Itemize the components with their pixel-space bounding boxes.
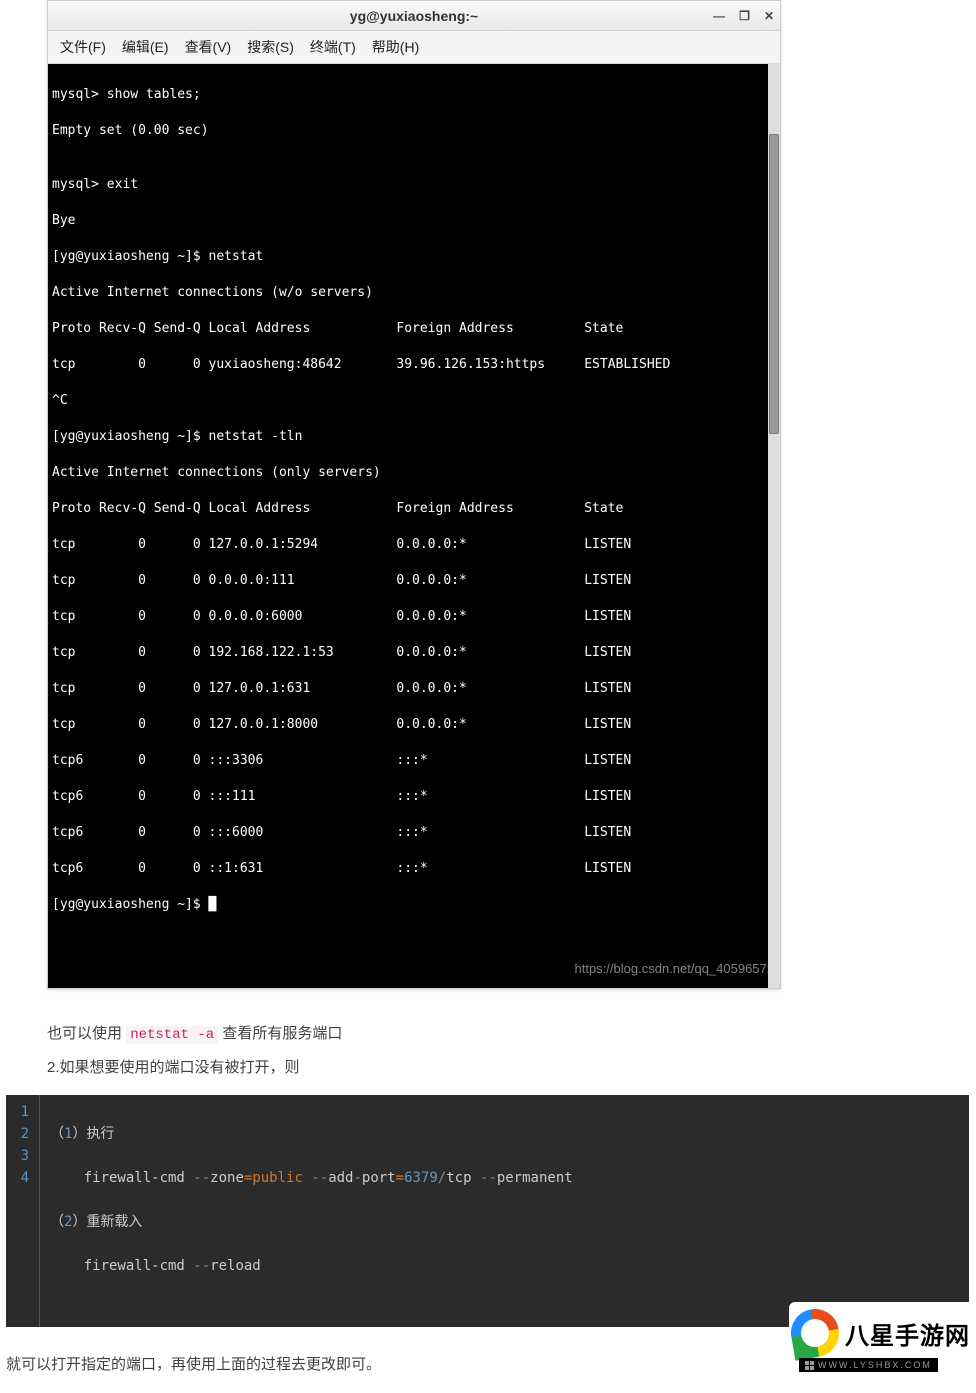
menu-search[interactable]: 搜索(S)	[241, 35, 300, 59]
terminal-line: tcp6 0 0 :::111 :::* LISTEN	[52, 788, 778, 806]
terminal-output[interactable]: mysql> show tables; Empty set (0.00 sec)…	[48, 64, 780, 988]
terminal-line: Proto Recv-Q Send-Q Local Address Foreig…	[52, 500, 778, 518]
menu-help[interactable]: 帮助(H)	[366, 35, 425, 59]
terminal-line: [yg@yuxiaosheng ~]$ netstat -tln	[52, 428, 778, 446]
grid-icon	[805, 1361, 814, 1370]
scrollbar-thumb[interactable]	[769, 134, 779, 434]
terminal-line: tcp 0 0 127.0.0.1:631 0.0.0.0:* LISTEN	[52, 680, 778, 698]
terminal-line: Proto Recv-Q Send-Q Local Address Foreig…	[52, 320, 778, 338]
code-line: firewall-cmd --zone=public --add-port=63…	[50, 1167, 573, 1189]
terminal-line: Empty set (0.00 sec)	[52, 122, 778, 140]
terminal-line: tcp6 0 0 :::6000 :::* LISTEN	[52, 824, 778, 842]
logo-icon	[787, 1305, 843, 1361]
titlebar: yg@yuxiaosheng:~ — ❐ ✕	[48, 1, 780, 31]
terminal-line: Active Internet connections (w/o servers…	[52, 284, 778, 302]
article-paragraph-1: 也可以使用 netstat -a 查看所有服务端口	[47, 1021, 976, 1048]
maximize-button[interactable]: ❐	[739, 1, 750, 31]
terminal-line: ^C	[52, 392, 778, 410]
terminal-line: Active Internet connections (only server…	[52, 464, 778, 482]
terminal-line: [yg@yuxiaosheng ~]$ netstat	[52, 248, 778, 266]
menu-edit[interactable]: 编辑(E)	[116, 35, 175, 59]
code-gutter: 1 2 3 4	[6, 1095, 40, 1327]
menu-file[interactable]: 文件(F)	[54, 35, 112, 59]
menu-terminal[interactable]: 终端(T)	[304, 35, 362, 59]
terminal-line: tcp 0 0 127.0.0.1:8000 0.0.0.0:* LISTEN	[52, 716, 778, 734]
line-number: 2	[14, 1123, 29, 1145]
terminal-line: mysql> exit	[52, 176, 778, 194]
p1-suffix: 查看所有服务端口	[222, 1025, 342, 1042]
terminal-line: tcp 0 0 yuxiaosheng:48642 39.96.126.153:…	[52, 356, 778, 374]
code-line: firewall-cmd --reload	[50, 1255, 573, 1277]
window-controls: — ❐ ✕	[713, 1, 774, 31]
minimize-button[interactable]: —	[713, 1, 725, 31]
inline-code-netstat: netstat -a	[126, 1026, 218, 1044]
code-content[interactable]: （1）执行 firewall-cmd --zone=public --add-p…	[40, 1095, 583, 1327]
line-number: 1	[14, 1101, 29, 1123]
terminal-line: tcp 0 0 0.0.0.0:111 0.0.0.0:* LISTEN	[52, 572, 778, 590]
brand-url: WWW.LYSHBX.COM	[799, 1358, 938, 1372]
menubar: 文件(F) 编辑(E) 查看(V) 搜索(S) 终端(T) 帮助(H)	[48, 31, 780, 64]
terminal-line: tcp 0 0 127.0.0.1:5294 0.0.0.0:* LISTEN	[52, 536, 778, 554]
code-line: （1）执行	[50, 1123, 573, 1145]
p1-prefix: 也可以使用	[47, 1025, 122, 1042]
terminal-line: tcp 0 0 192.168.122.1:53 0.0.0.0:* LISTE…	[52, 644, 778, 662]
terminal-scrollbar[interactable]	[768, 64, 780, 988]
line-number: 3	[14, 1145, 29, 1167]
window-title: yg@yuxiaosheng:~	[350, 8, 478, 24]
watermark-text: https://blog.csdn.net/qq_40596572	[575, 960, 775, 978]
terminal-window: yg@yuxiaosheng:~ — ❐ ✕ 文件(F) 编辑(E) 查看(V)…	[47, 0, 781, 989]
footer-logo[interactable]: 八星手游网 WWW.LYSHBX.COM	[789, 1302, 976, 1364]
menu-view[interactable]: 查看(V)	[179, 35, 238, 59]
terminal-line: Bye	[52, 212, 778, 230]
code-line: （2）重新载入	[50, 1211, 573, 1233]
code-block: 1 2 3 4 （1）执行 firewall-cmd --zone=public…	[6, 1095, 969, 1327]
brand-name: 八星手游网	[845, 1316, 970, 1351]
terminal-line: [yg@yuxiaosheng ~]$ █	[52, 896, 778, 914]
terminal-line: tcp6 0 0 :::3306 :::* LISTEN	[52, 752, 778, 770]
terminal-line: tcp6 0 0 ::1:631 :::* LISTEN	[52, 860, 778, 878]
terminal-line: tcp 0 0 0.0.0.0:6000 0.0.0.0:* LISTEN	[52, 608, 778, 626]
article-paragraph-2: 2.如果想要使用的端口没有被打开，则	[47, 1056, 976, 1077]
terminal-line: mysql> show tables;	[52, 86, 778, 104]
close-button[interactable]: ✕	[764, 1, 774, 31]
line-number: 4	[14, 1167, 29, 1189]
